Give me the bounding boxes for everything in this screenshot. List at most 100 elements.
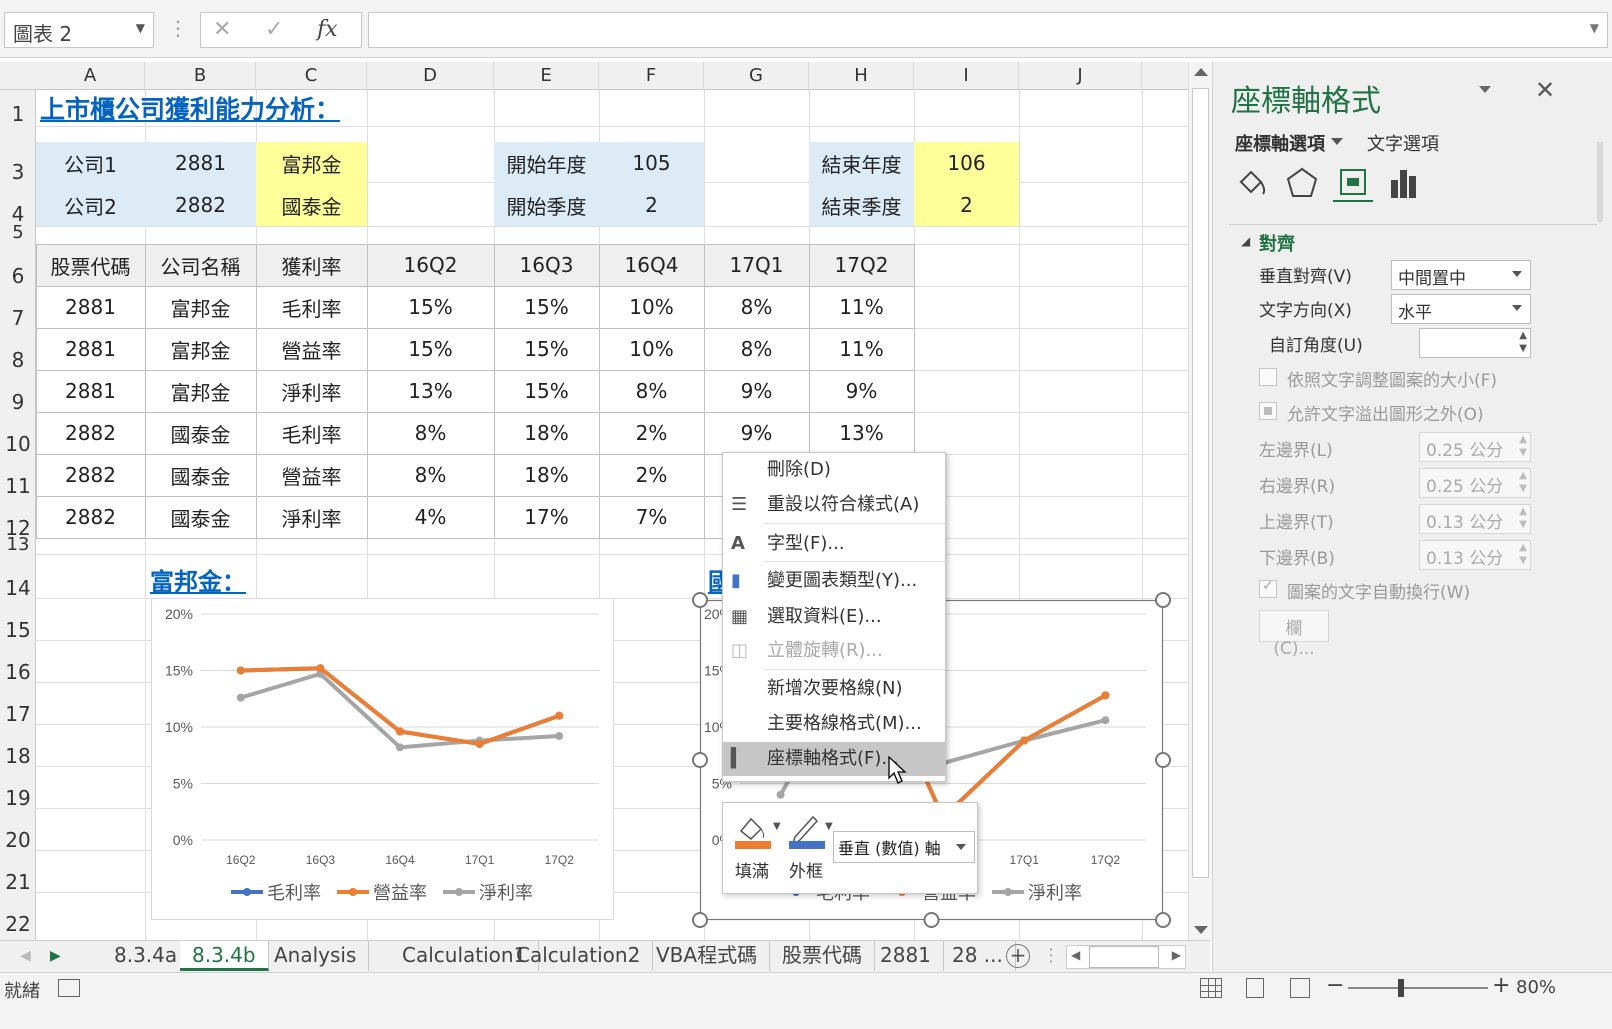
sheet-tab[interactable]: 28 ... <box>940 941 1016 971</box>
data-point[interactable] <box>475 739 484 748</box>
tab-axis-options[interactable]: 座標軸選項 <box>1235 130 1325 156</box>
table-cell[interactable]: 2882 <box>36 412 145 454</box>
cancel-icon[interactable]: ✕ <box>213 17 231 42</box>
row-header-3[interactable]: 3 <box>0 160 36 184</box>
row-header-8[interactable]: 8 <box>0 348 36 372</box>
fill-bucket-icon[interactable] <box>733 811 773 851</box>
spinner-icon[interactable]: ▲ ▼ <box>1519 433 1527 459</box>
table-cell[interactable]: 18% <box>494 412 599 454</box>
table-cell[interactable]: 8% <box>367 412 494 454</box>
scroll-down-icon[interactable] <box>1194 926 1208 934</box>
table-header-cell[interactable]: 股票代碼 <box>36 244 145 286</box>
legend-label[interactable]: 淨利率 <box>1028 883 1082 904</box>
menu-item-5[interactable]: ▦ 選取資料(E)... <box>723 600 945 634</box>
cell-end-year[interactable]: 106 <box>914 142 1019 184</box>
resize-handle[interactable] <box>1155 912 1171 928</box>
row-header-19[interactable]: 19 <box>0 786 36 810</box>
cell-company2-label[interactable]: 公司2 <box>36 184 145 226</box>
left-margin-input[interactable]: 0.25 公分 ▲ ▼ <box>1419 432 1531 462</box>
sheet-tab[interactable]: 2881 <box>868 941 944 971</box>
spinner-icon[interactable]: ▲ ▼ <box>1519 329 1527 355</box>
column-header-f[interactable]: F <box>599 62 704 90</box>
sheet-tab[interactable]: Calculation2 <box>504 941 654 971</box>
row-header-5[interactable]: 5 <box>0 222 36 243</box>
normal-view-icon[interactable] <box>1200 978 1222 998</box>
sheet-title[interactable]: 上市櫃公司獲利能力分析： <box>40 90 340 126</box>
v-align-select[interactable]: 中間置中 <box>1391 260 1531 290</box>
table-cell[interactable]: 17% <box>494 496 599 538</box>
overflow-checkbox[interactable] <box>1259 402 1277 420</box>
table-cell[interactable]: 9% <box>809 370 914 412</box>
column-header-j[interactable]: J <box>1019 62 1142 90</box>
table-cell[interactable]: 國泰金 <box>145 412 256 454</box>
table-cell[interactable]: 15% <box>494 328 599 370</box>
row-header-18[interactable]: 18 <box>0 744 36 768</box>
column-header-g[interactable]: G <box>704 62 809 90</box>
add-sheet-icon[interactable]: + <box>1006 944 1030 968</box>
resize-handle[interactable] <box>692 752 708 768</box>
row-header-14[interactable]: 14 <box>0 576 36 600</box>
table-header-cell[interactable]: 17Q2 <box>809 244 914 286</box>
line-chart-1[interactable]: 0% 5% 10% 15% 20% 16Q2 16Q3 16Q4 17Q1 17Q2 毛利率 營益率 淨… <box>151 598 614 920</box>
resize-handle[interactable] <box>1155 752 1171 768</box>
table-header-cell[interactable]: 公司名稱 <box>145 244 256 286</box>
row-header-1[interactable]: 1 <box>0 102 36 126</box>
table-header-cell[interactable]: 16Q3 <box>494 244 599 286</box>
scroll-up-icon[interactable] <box>1194 68 1208 76</box>
table-cell[interactable]: 2% <box>599 454 704 496</box>
resize-handle[interactable] <box>692 912 708 928</box>
scroll-thumb[interactable] <box>1089 946 1159 968</box>
table-cell[interactable]: 2881 <box>36 286 145 328</box>
chevron-down-icon[interactable]: ▼ <box>773 821 781 832</box>
table-cell[interactable]: 8% <box>599 370 704 412</box>
tab-scroll-right-icon[interactable]: ▶ <box>50 948 61 964</box>
resize-handle[interactable] <box>692 592 708 608</box>
table-cell[interactable]: 15% <box>367 286 494 328</box>
table-cell[interactable]: 8% <box>367 454 494 496</box>
cell-start-q-label[interactable]: 開始季度 <box>494 184 599 226</box>
table-cell[interactable]: 11% <box>809 286 914 328</box>
menu-item-3[interactable]: A 字型(F)... <box>723 527 945 561</box>
tab-text-options[interactable]: 文字選項 <box>1367 130 1439 156</box>
pane-scrollbar[interactable] <box>1597 142 1603 222</box>
scroll-right-icon[interactable]: ▶ <box>1172 948 1181 962</box>
insert-function-icon[interactable]: fx <box>317 17 338 42</box>
chevron-down-icon[interactable]: ▼ <box>136 21 145 35</box>
outline-label[interactable]: 外框 <box>789 857 823 882</box>
menu-item-1[interactable]: 刪除(D) <box>723 453 945 487</box>
axis-options-icon[interactable] <box>1387 166 1421 205</box>
column-header-c[interactable]: C <box>256 62 367 90</box>
menu-item-9[interactable]: ▍ 座標軸格式(F)... <box>723 742 945 776</box>
legend-label[interactable]: 營益率 <box>373 883 427 904</box>
pane-options-icon[interactable] <box>1479 86 1491 93</box>
fill-line-icon[interactable] <box>1235 166 1269 205</box>
data-point[interactable] <box>236 666 245 675</box>
data-point[interactable] <box>1101 716 1110 725</box>
table-cell[interactable]: 13% <box>367 370 494 412</box>
page-layout-icon[interactable] <box>1246 978 1264 998</box>
sheet-tab[interactable]: 8.3.4b <box>180 941 269 971</box>
row-header-20[interactable]: 20 <box>0 828 36 852</box>
sheet-tab[interactable]: Analysis <box>262 941 370 971</box>
table-cell[interactable]: 10% <box>599 328 704 370</box>
row-header-21[interactable]: 21 <box>0 870 36 894</box>
menu-item-8[interactable]: 主要格線格式(M)... <box>723 707 945 741</box>
outline-pen-icon[interactable] <box>787 811 827 851</box>
data-point[interactable] <box>396 743 404 752</box>
zoom-out-icon[interactable]: − <box>1326 973 1344 998</box>
data-point[interactable] <box>555 732 564 741</box>
table-header-cell[interactable]: 17Q1 <box>704 244 809 286</box>
cell-company2-name[interactable]: 國泰金 <box>256 184 367 226</box>
table-cell[interactable]: 15% <box>367 328 494 370</box>
cell-end-q-label[interactable]: 結束季度 <box>809 184 914 226</box>
table-cell[interactable]: 13% <box>809 412 914 454</box>
effects-pentagon-icon[interactable] <box>1285 166 1319 205</box>
chart-area[interactable] <box>151 598 614 920</box>
macro-record-icon[interactable] <box>58 979 80 997</box>
sheet-tab[interactable]: 股票代碼 <box>770 941 875 971</box>
menu-item-7[interactable]: 新增次要格線(N) <box>723 672 945 706</box>
sheet-tab[interactable]: VBA程式碼 <box>644 941 771 971</box>
table-cell[interactable]: 8% <box>704 286 809 328</box>
horizontal-scrollbar[interactable]: ◀ ▶ <box>1066 945 1186 969</box>
tab-scroll-left-icon[interactable]: ◀ <box>20 948 31 964</box>
